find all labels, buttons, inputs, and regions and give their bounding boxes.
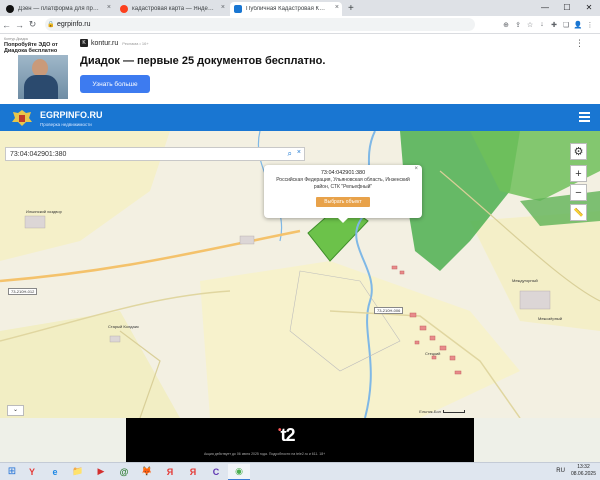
kontur-logo-icon: K [80, 39, 88, 47]
map-label: Междугорный [512, 278, 538, 283]
bookmark-star-icon[interactable]: ☆ [524, 21, 536, 29]
site-header: EGRPINFO.RU Проверка недвижимости [0, 104, 600, 131]
file-explorer-icon[interactable]: 📁 [67, 464, 89, 480]
ad-learn-more-button[interactable]: Узнать больше [80, 75, 150, 93]
download-icon[interactable]: ↓ [536, 21, 548, 29]
address-bar[interactable]: 🔒 egrpinfo.ru [45, 18, 475, 31]
popup-close-icon[interactable]: × [414, 166, 418, 172]
tab-title: Публичная Кадастровая Карта [246, 6, 328, 12]
tab-close-icon[interactable]: × [335, 4, 339, 11]
window-controls: — ☐ ✕ [534, 0, 600, 16]
maximize-icon[interactable]: ☐ [556, 0, 578, 16]
ad-more-icon[interactable]: ⋮ [575, 38, 584, 49]
language-indicator[interactable]: RU [556, 468, 565, 474]
back-icon[interactable]: ← [0, 20, 13, 30]
tab-title: кадастровая карта — Яндекс: н [132, 6, 214, 12]
popup-address: Российская Федерация, Ульяновская област… [276, 177, 410, 190]
tab-cadastral-map[interactable]: Публичная Кадастровая Карта × [230, 2, 342, 16]
map-label: Стецкий [425, 351, 441, 356]
tab-close-icon[interactable]: × [107, 4, 111, 11]
browser-toolbar: ← → ↻ 🔒 egrpinfo.ru ⊕ ⇪ ☆ ↓ ✚ ❏ 👤 ⋮ [0, 16, 600, 34]
mail-icon[interactable]: @ [113, 464, 135, 480]
forward-icon[interactable]: → [13, 20, 26, 30]
ad-headline[interactable]: Диадок — первые 25 документов бесплатно. [80, 55, 325, 67]
browser-tab-strip: Дзен — платформа для просмо × кадастрова… [0, 0, 600, 16]
cadastral-map[interactable]: Ильинский хоздвор Старый Колдаис Междуго… [0, 131, 600, 418]
ad-promo-text: Попробуйте ЭДО от Диадока бесплатно [4, 42, 58, 54]
lock-icon[interactable]: 🔒 [45, 21, 57, 28]
collapse-chevron-icon[interactable]: ⌄ [7, 405, 24, 416]
media-player-icon[interactable]: ▶ [90, 464, 112, 480]
select-object-button[interactable]: Выбрать объект [316, 197, 370, 207]
zoom-in-button[interactable]: + [570, 165, 587, 182]
search-icon[interactable]: ⌕ [288, 149, 292, 159]
new-tab-button[interactable]: + [348, 2, 354, 16]
toolbar-icons: ⊕ ⇪ ☆ ↓ ✚ ❏ 👤 ⋮ [500, 21, 600, 29]
ad-brand[interactable]: K kontur.ru Реклама • 16+ [80, 39, 149, 47]
reload-icon[interactable]: ↻ [26, 19, 39, 30]
dzen-favicon-icon [6, 5, 14, 13]
popup-cadastral-number: 73:04:042901:380 [320, 170, 366, 176]
ad-promo-block[interactable]: Контур.Диадок Попробуйте ЭДО от Диадока … [4, 37, 68, 99]
map-scale: Ельник-Бол [419, 409, 465, 414]
system-tray: RU 13:32 08.06.2025 [556, 464, 596, 477]
ad-person-image [18, 55, 68, 99]
road-badge: 73-210Н-012 [8, 288, 38, 295]
zoom-icon[interactable]: ⊕ [500, 21, 512, 29]
start-button-icon[interactable]: ⊞ [4, 464, 20, 480]
clock[interactable]: 13:32 08.06.2025 [571, 464, 596, 477]
road-badge: 73-210Н-006 [374, 307, 404, 314]
parcel-popup: × 73:04:042901:380 Российская Федерация,… [264, 165, 422, 223]
tab-close-icon[interactable]: × [221, 4, 225, 11]
site-name[interactable]: EGRPINFO.RU [40, 110, 103, 120]
yandex-icon[interactable]: Я [159, 464, 181, 480]
scale-label: Ельник-Бол [419, 409, 441, 414]
banner-fine-print: Акция действует до 06 июня 2025 года. По… [204, 452, 326, 456]
menu-icon[interactable]: ⋮ [584, 21, 596, 29]
settings-gear-icon[interactable]: ⚙ [570, 143, 587, 160]
sidebar-icon[interactable]: ❏ [560, 21, 572, 29]
shield-favicon-icon [234, 5, 242, 13]
windows-taskbar: ⊞ Y e 📁 ▶ @ 🦊 Я Я C ◉ RU 13:32 08.06.202… [0, 462, 600, 480]
tab-dzen[interactable]: Дзен — платформа для просмо × [2, 2, 114, 16]
share-icon[interactable]: ⇪ [512, 21, 524, 29]
profile-icon[interactable]: 👤 [572, 21, 584, 29]
cadastral-search-input[interactable]: 73:04:042901:380 ⌕ × [5, 147, 305, 161]
url-text: egrpinfo.ru [57, 21, 91, 28]
clock-date: 08.06.2025 [570, 470, 596, 477]
clear-icon[interactable]: × [297, 149, 301, 156]
app-c-icon[interactable]: C [205, 464, 227, 480]
edge-icon[interactable]: e [44, 464, 66, 480]
advertisement[interactable]: Контур.Диадок Попробуйте ЭДО от Диадока … [0, 34, 600, 104]
emblem-logo-icon[interactable] [11, 109, 33, 127]
ad-tag: Реклама • 16+ [122, 40, 149, 46]
zoom-out-button[interactable]: − [570, 184, 587, 201]
search-value: 73:04:042901:380 [10, 150, 67, 158]
tele2-logo[interactable]: •t2 [278, 425, 296, 446]
firefox-icon[interactable]: 🦊 [136, 464, 158, 480]
hamburger-menu-icon[interactable] [579, 112, 590, 122]
map-label: Межозёрный [538, 316, 563, 321]
screen: Дзен — платформа для просмо × кадастрова… [0, 0, 600, 480]
tab-yandex[interactable]: кадастровая карта — Яндекс: н × [116, 2, 228, 16]
bottom-ad-banner[interactable]: •t2 Акция действует до 06 июня 2025 года… [0, 418, 600, 462]
tab-title: Дзен — платформа для просмо [18, 6, 100, 12]
site-tagline: Проверка недвижимости [40, 122, 92, 127]
chrome-icon[interactable]: ◉ [228, 463, 250, 480]
ad-small-label: Контур.Диадок [4, 37, 28, 41]
popup-pointer [338, 218, 348, 223]
map-label: Ильинский хоздвор [26, 209, 62, 214]
map-label: Старый Колдаис [108, 324, 139, 329]
ad-brand-name: kontur.ru [91, 39, 119, 47]
banner-dark-area[interactable]: •t2 Акция действует до 06 июня 2025 года… [126, 418, 474, 462]
ruler-icon[interactable]: 📏 [570, 204, 587, 221]
yandex-browser-icon[interactable]: Y [21, 464, 43, 480]
minimize-icon[interactable]: — [534, 0, 556, 16]
yandex-icon[interactable]: Я [182, 464, 204, 480]
extensions-icon[interactable]: ✚ [548, 21, 560, 29]
yandex-favicon-icon [120, 5, 128, 13]
close-window-icon[interactable]: ✕ [578, 0, 600, 16]
